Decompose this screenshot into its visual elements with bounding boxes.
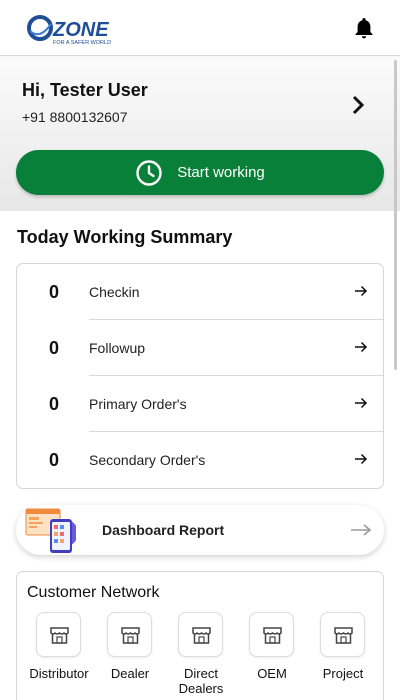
summary-label: Followup: [89, 340, 146, 356]
dashboard-report-card[interactable]: Dashboard Report: [16, 505, 384, 555]
arrow-right-icon: [355, 285, 368, 297]
svg-text:FOR A SAFER WORLD: FOR A SAFER WORLD: [53, 40, 111, 46]
network-item-label: Distributor: [29, 666, 89, 681]
dashboard-report-label: Dashboard Report: [102, 522, 225, 538]
app-header: ZONE FOR A SAFER WORLD: [0, 0, 400, 56]
summary-label: Checkin: [89, 284, 140, 300]
summary-title: Today Working Summary: [17, 227, 233, 247]
user-greeting: Hi, Tester User: [22, 80, 148, 100]
store-icon: [36, 612, 81, 657]
summary-card: 0 Checkin 0 Followup 0 Primary Order's 0…: [16, 263, 384, 489]
start-working-button[interactable]: Start working: [16, 150, 384, 195]
summary-count: 0: [48, 282, 59, 302]
arrow-right-icon: [355, 341, 368, 353]
chevron-right-icon[interactable]: [349, 94, 369, 116]
network-item-label: Direct Dealers: [178, 666, 224, 696]
network-item-label: Project: [322, 666, 364, 681]
dashboard-illustration-icon: [24, 505, 78, 555]
store-icon: [178, 612, 223, 657]
bell-icon[interactable]: [352, 16, 376, 40]
summary-label: Primary Order's: [89, 396, 187, 412]
app-screen: ZONE FOR A SAFER WORLD Hi, Tester User +…: [0, 0, 400, 700]
summary-row-followup[interactable]: 0 Followup: [17, 320, 383, 376]
clock-icon: [136, 159, 162, 186]
customer-network-card: Customer Network Distributor Dealer Dire…: [16, 571, 384, 700]
summary-label: Secondary Order's: [89, 452, 206, 468]
start-working-label: Start working: [177, 164, 265, 181]
customer-network-title: Customer Network: [27, 584, 160, 601]
user-phone: +91 8800132607: [22, 109, 128, 125]
arrow-right-icon: [350, 523, 372, 537]
store-icon: [107, 612, 152, 657]
svg-text:ZONE: ZONE: [52, 19, 109, 41]
arrow-right-icon: [355, 397, 368, 409]
scrollbar[interactable]: [394, 60, 397, 370]
summary-row-primary-orders[interactable]: 0 Primary Order's: [17, 376, 383, 432]
store-icon: [249, 612, 294, 657]
arrow-right-icon: [355, 453, 368, 465]
summary-count: 0: [48, 450, 59, 470]
summary-row-secondary-orders[interactable]: 0 Secondary Order's: [17, 432, 383, 488]
summary-count: 0: [48, 338, 59, 358]
store-icon: [320, 612, 365, 657]
network-item-label: Dealer: [110, 666, 150, 681]
ozone-logo: ZONE FOR A SAFER WORLD: [27, 12, 127, 46]
network-item-label: OEM: [257, 666, 287, 681]
summary-row-checkin[interactable]: 0 Checkin: [17, 264, 383, 320]
summary-count: 0: [48, 394, 59, 414]
